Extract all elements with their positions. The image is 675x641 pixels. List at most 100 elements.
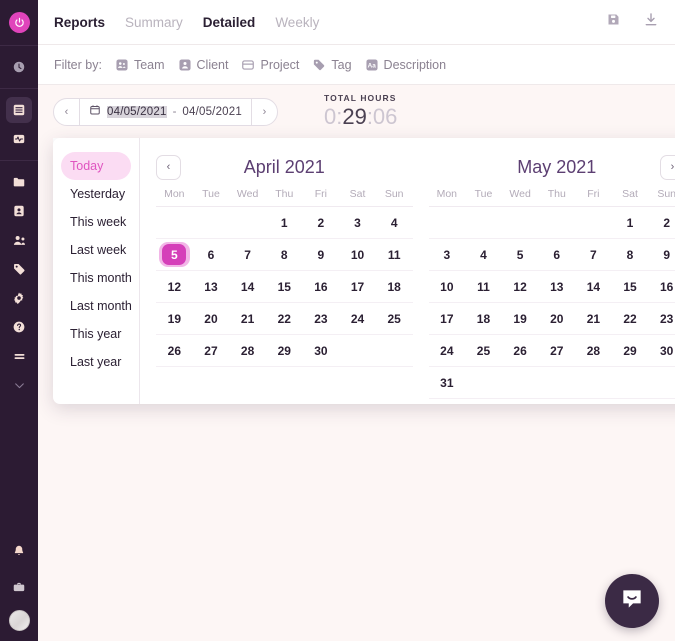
calendar-day[interactable]: 20 (193, 303, 230, 334)
calendar-day[interactable]: 18 (465, 303, 502, 334)
calendar-day[interactable]: 15 (266, 271, 303, 302)
rail-item-more[interactable] (6, 343, 32, 369)
filter-team[interactable]: Team (115, 58, 165, 72)
date-end-value[interactable]: 04/05/2021 (182, 106, 242, 118)
calendar-day[interactable]: 16 (648, 271, 675, 302)
rail-item-workspace[interactable] (6, 574, 32, 600)
calendar-day[interactable]: 19 (156, 303, 193, 334)
calendar-day[interactable]: 22 (612, 303, 649, 334)
preset-yesterday[interactable]: Yesterday (61, 180, 131, 208)
calendar-day[interactable]: 21 (575, 303, 612, 334)
calendar-day[interactable]: 1 (612, 207, 649, 238)
calendar-day[interactable]: 3 (339, 207, 376, 238)
calendar-day[interactable]: 20 (538, 303, 575, 334)
calendar-day[interactable]: 30 (303, 335, 340, 366)
calendar-day[interactable]: 8 (612, 239, 649, 270)
calendar-next-button[interactable]: › (660, 154, 675, 180)
calendar-day[interactable]: 12 (502, 271, 539, 302)
rail-item-activity[interactable] (6, 126, 32, 152)
rail-item-tags[interactable] (6, 256, 32, 282)
rail-item-notifications[interactable] (6, 538, 32, 564)
save-icon[interactable] (606, 12, 621, 32)
date-next-button[interactable]: › (252, 99, 277, 125)
calendar-day[interactable]: 27 (538, 335, 575, 366)
calendar-day[interactable]: 24 (429, 335, 466, 366)
calendar-day[interactable]: 4 (465, 239, 502, 270)
filter-description[interactable]: Aa Description (365, 58, 446, 72)
calendar-day[interactable]: 12 (156, 271, 193, 302)
rail-item-clients[interactable] (6, 198, 32, 224)
date-range-control[interactable]: ‹ 04/05/2021 - 04/05/2021 › (53, 97, 278, 126)
preset-this-month[interactable]: This month (61, 264, 132, 292)
calendar-day[interactable]: 11 (376, 239, 413, 270)
calendar-day[interactable]: 7 (229, 239, 266, 270)
calendar-day[interactable]: 1 (266, 207, 303, 238)
calendar-day[interactable]: 17 (429, 303, 466, 334)
calendar-day[interactable]: 2 (648, 207, 675, 238)
preset-last-month[interactable]: Last month (61, 292, 132, 320)
calendar-day[interactable]: 9 (303, 239, 340, 270)
calendar-day[interactable]: 22 (266, 303, 303, 334)
calendar-day[interactable]: 23 (648, 303, 675, 334)
date-start-value[interactable]: 04/05/2021 (107, 105, 167, 118)
tab-summary[interactable]: Summary (125, 15, 183, 30)
calendar-day[interactable]: 6 (538, 239, 575, 270)
calendar-day[interactable]: 24 (339, 303, 376, 334)
filter-client[interactable]: Client (178, 58, 228, 72)
rail-item-team[interactable] (6, 227, 32, 253)
rail-item-projects[interactable] (6, 169, 32, 195)
calendar-day[interactable]: 8 (266, 239, 303, 270)
calendar-day[interactable]: 9 (648, 239, 675, 270)
preset-last-week[interactable]: Last week (61, 236, 131, 264)
support-chat-button[interactable] (605, 574, 659, 628)
rail-item-collapse[interactable] (6, 372, 32, 398)
calendar-day[interactable]: 3 (429, 239, 466, 270)
rail-item-help[interactable] (6, 314, 32, 340)
calendar-day[interactable]: 14 (575, 271, 612, 302)
calendar-day[interactable]: 18 (376, 271, 413, 302)
calendar-day[interactable]: 10 (339, 239, 376, 270)
calendar-day[interactable]: 17 (339, 271, 376, 302)
calendar-day[interactable]: 7 (575, 239, 612, 270)
calendar-day[interactable]: 19 (502, 303, 539, 334)
calendar-prev-button[interactable]: ‹ (156, 154, 181, 180)
calendar-day[interactable]: 25 (465, 335, 502, 366)
filter-tag[interactable]: Tag (312, 58, 352, 72)
preset-last-year[interactable]: Last year (61, 348, 131, 376)
calendar-day[interactable]: 2 (303, 207, 340, 238)
date-prev-button[interactable]: ‹ (54, 99, 79, 125)
calendar-day[interactable]: 30 (648, 335, 675, 366)
calendar-day[interactable]: 21 (229, 303, 266, 334)
rail-item-timer[interactable] (6, 54, 32, 80)
calendar-day-selected[interactable]: 5 (156, 239, 193, 270)
calendar-day[interactable]: 5 (502, 239, 539, 270)
calendar-day[interactable]: 28 (229, 335, 266, 366)
calendar-day[interactable]: 14 (229, 271, 266, 302)
date-range-input[interactable]: 04/05/2021 - 04/05/2021 (79, 98, 252, 125)
tab-weekly[interactable]: Weekly (275, 15, 319, 30)
calendar-day[interactable]: 26 (156, 335, 193, 366)
calendar-day[interactable]: 29 (612, 335, 649, 366)
preset-this-year[interactable]: This year (61, 320, 131, 348)
calendar-day[interactable]: 11 (465, 271, 502, 302)
calendar-day[interactable]: 13 (193, 271, 230, 302)
preset-this-week[interactable]: This week (61, 208, 131, 236)
preset-today[interactable]: Today (61, 152, 131, 180)
calendar-day[interactable]: 4 (376, 207, 413, 238)
calendar-day[interactable]: 15 (612, 271, 649, 302)
calendar-day[interactable]: 10 (429, 271, 466, 302)
user-avatar[interactable] (8, 610, 30, 631)
filter-project[interactable]: Project (241, 58, 299, 72)
app-logo[interactable] (0, 0, 38, 45)
calendar-day[interactable]: 25 (376, 303, 413, 334)
tab-detailed[interactable]: Detailed (203, 15, 256, 30)
calendar-day[interactable]: 28 (575, 335, 612, 366)
download-icon[interactable] (643, 12, 659, 33)
calendar-day[interactable]: 31 (429, 367, 466, 398)
calendar-day[interactable]: 16 (303, 271, 340, 302)
calendar-day[interactable]: 29 (266, 335, 303, 366)
calendar-day[interactable]: 26 (502, 335, 539, 366)
calendar-day[interactable]: 13 (538, 271, 575, 302)
calendar-day[interactable]: 27 (193, 335, 230, 366)
rail-item-reports[interactable] (6, 97, 32, 123)
